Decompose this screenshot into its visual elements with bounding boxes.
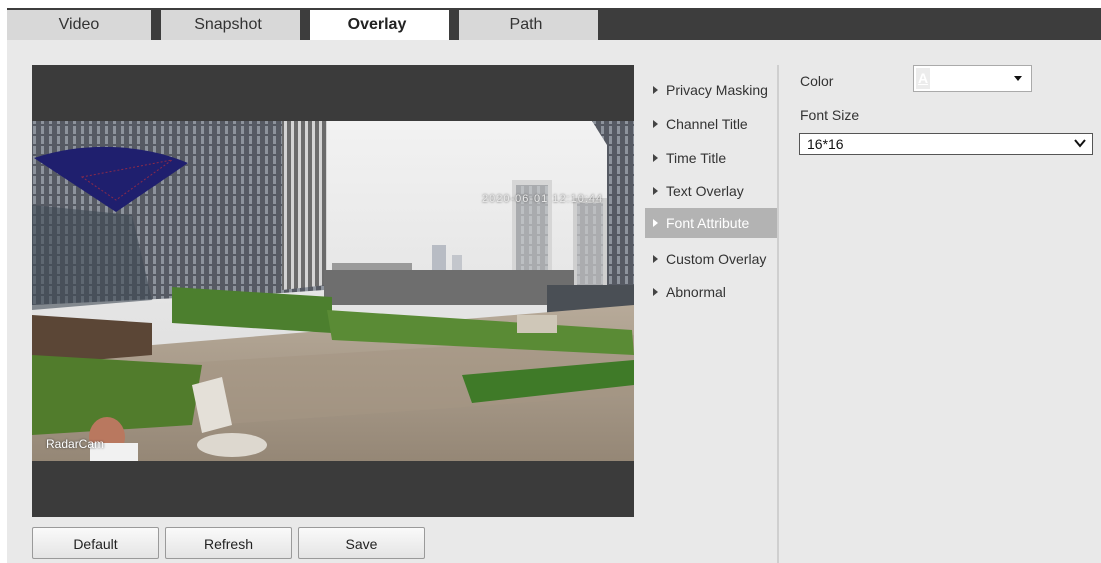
expand-arrow-icon xyxy=(653,288,658,297)
default-button[interactable]: Default xyxy=(32,527,159,559)
tab-overlay[interactable]: Overlay xyxy=(305,10,449,40)
menu-item-text-overlay[interactable]: Text Overlay xyxy=(645,176,777,206)
menu-item-label: Privacy Masking xyxy=(666,82,768,98)
menu-item-abnormal[interactable]: Abnormal xyxy=(645,277,777,307)
menu-item-label: Time Title xyxy=(666,150,727,166)
menu-item-time-title[interactable]: Time Title xyxy=(645,143,777,173)
color-label: Color xyxy=(800,73,834,89)
font-color-swatch: A xyxy=(916,68,930,89)
refresh-button[interactable]: Refresh xyxy=(165,527,292,559)
camera-image xyxy=(32,121,634,461)
menu-item-label: Custom Overlay xyxy=(666,251,767,267)
expand-arrow-icon xyxy=(653,255,658,264)
font-size-label: Font Size xyxy=(800,107,860,123)
caret-down-icon xyxy=(1014,76,1022,81)
menu-item-label: Abnormal xyxy=(666,284,726,300)
menu-item-label: Channel Title xyxy=(666,116,748,132)
color-picker[interactable]: A xyxy=(913,65,1032,92)
expand-arrow-icon xyxy=(653,187,658,196)
font-size-value: 16*16 xyxy=(807,136,844,152)
tab-bar: Video Snapshot Overlay Path xyxy=(7,8,1101,40)
save-button[interactable]: Save xyxy=(298,527,425,559)
menu-item-label: Font Attribute xyxy=(666,215,750,231)
menu-item-channel-title[interactable]: Channel Title xyxy=(645,109,777,139)
time-title-overlay[interactable]: 2020-06-01 12:10:44 xyxy=(482,193,603,205)
channel-title-overlay[interactable]: RadarCam xyxy=(46,437,104,451)
expand-arrow-icon xyxy=(653,86,658,95)
menu-item-privacy-masking[interactable]: Privacy Masking xyxy=(645,75,777,105)
expand-arrow-icon xyxy=(653,120,658,129)
overlay-menu: Privacy Masking Channel Title Time Title… xyxy=(645,65,779,563)
expand-arrow-icon xyxy=(653,154,658,163)
video-preview[interactable]: 2020-06-01 12:10:44 RadarCam xyxy=(32,65,634,517)
tab-video[interactable]: Video xyxy=(7,10,151,40)
menu-item-label: Text Overlay xyxy=(666,183,744,199)
expand-arrow-icon xyxy=(653,219,658,228)
chevron-down-icon xyxy=(1074,139,1086,148)
app-window: Video Snapshot Overlay Path 2020-06-01 1… xyxy=(7,8,1101,563)
tab-path[interactable]: Path xyxy=(454,10,598,40)
font-size-select[interactable]: 16*16 xyxy=(799,133,1093,155)
menu-item-custom-overlay[interactable]: Custom Overlay xyxy=(645,244,777,274)
menu-item-font-attribute[interactable]: Font Attribute xyxy=(645,208,777,238)
tab-snapshot[interactable]: Snapshot xyxy=(156,10,300,40)
